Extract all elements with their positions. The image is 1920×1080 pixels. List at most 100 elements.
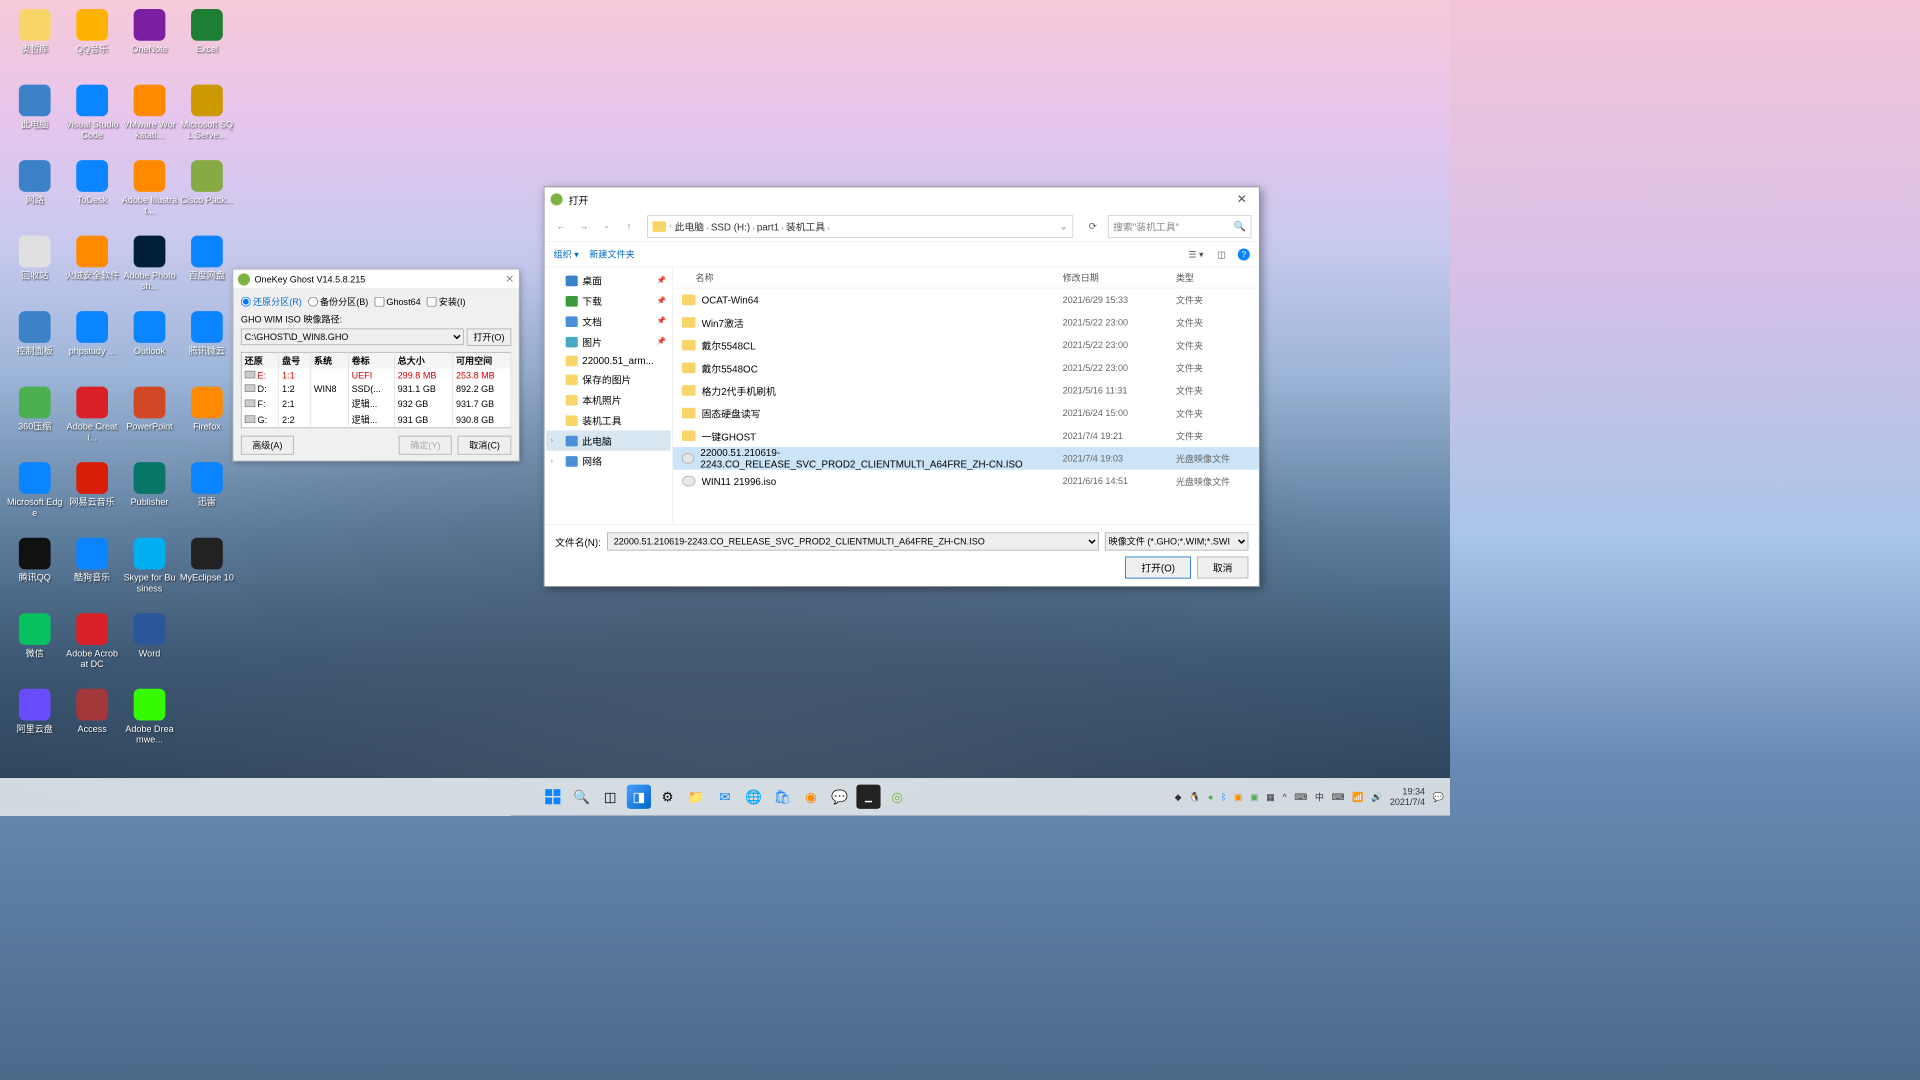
desktop-icon[interactable] — [178, 610, 235, 686]
file-list[interactable]: OCAT-Win642021/6/29 15:33文件夹Win7激活2021/5… — [673, 288, 1259, 524]
edge-taskbar-icon[interactable]: 🌐 — [742, 785, 766, 809]
file-row[interactable]: 固态硬盘读写2021/6/24 15:00文件夹 — [673, 402, 1259, 425]
nav-item[interactable]: 本机照片 — [546, 390, 671, 410]
tray-ime-mode-icon[interactable]: ⌨ — [1331, 791, 1344, 802]
desktop-icon[interactable]: 迅雷 — [178, 459, 235, 535]
desktop-icon[interactable]: Microsoft Edge — [6, 459, 63, 535]
task-view-button[interactable]: ◫ — [598, 785, 622, 809]
cancel-dialog-button[interactable]: 取消 — [1197, 557, 1248, 579]
ghost-titlebar[interactable]: OneKey Ghost V14.5.8.215 ✕ — [233, 270, 518, 290]
desktop-icon[interactable]: Outlook — [121, 308, 178, 384]
desktop-icon[interactable]: ToDesk — [63, 157, 120, 233]
nav-item[interactable]: ›网络 — [546, 451, 671, 471]
file-row[interactable]: Win7激活2021/5/22 23:00文件夹 — [673, 311, 1259, 334]
desktop-icon[interactable]: 360压缩 — [6, 384, 63, 460]
image-path-select[interactable]: C:\GHOST\D_WIN8.GHO — [241, 329, 464, 346]
desktop-icon[interactable]: Adobe Photosh... — [121, 233, 178, 309]
breadcrumb-item[interactable]: SSD (H:) — [711, 221, 750, 232]
filetype-select[interactable]: 映像文件 (*.GHO;*.WIM;*.SWI — [1105, 532, 1248, 550]
file-row[interactable]: 22000.51.210619-2243.CO_RELEASE_SVC_PROD… — [673, 447, 1259, 470]
desktop-icon[interactable]: 控制面板 — [6, 308, 63, 384]
desktop-icon[interactable]: Adobe Acrobat DC — [63, 610, 120, 686]
notification-icon[interactable]: 💬 — [1433, 791, 1444, 802]
desktop-icon[interactable]: VMware Workstati... — [121, 82, 178, 158]
desktop-icon[interactable]: 网易云音乐 — [63, 459, 120, 535]
desktop-icon[interactable]: 酷狗音乐 — [63, 535, 120, 611]
desktop-icon[interactable]: 奥哲库 — [6, 6, 63, 82]
column-type[interactable]: 类型 — [1176, 271, 1259, 284]
filename-input[interactable]: 22000.51.210619-2243.CO_RELEASE_SVC_PROD… — [607, 532, 1099, 550]
column-name[interactable]: 名称 — [673, 271, 1063, 284]
store-taskbar-icon[interactable]: 🛍 — [770, 785, 794, 809]
nav-item[interactable]: 文档📌 — [546, 311, 671, 331]
desktop-icon[interactable]: Word — [121, 610, 178, 686]
desktop-icon[interactable]: Visual Studio Code — [63, 82, 120, 158]
search-button[interactable]: 🔍 — [569, 785, 593, 809]
open-image-button[interactable]: 打开(O) — [466, 329, 511, 346]
ghost-taskbar-icon[interactable]: ◎ — [885, 785, 909, 809]
dialog-close-button[interactable]: ✕ — [1231, 192, 1253, 207]
desktop-icon[interactable]: 微信 — [6, 610, 63, 686]
view-options-button[interactable]: ☰ ▾ — [1187, 247, 1205, 261]
ghost-close-button[interactable]: ✕ — [505, 273, 514, 286]
breadcrumb-item[interactable]: 装机工具 — [786, 221, 825, 232]
desktop-icon[interactable]: Adobe Dreamwe... — [121, 686, 178, 762]
tray-icon[interactable]: ◆ — [1175, 791, 1182, 802]
nav-item[interactable]: 下载📌 — [546, 291, 671, 311]
wechat-taskbar-icon[interactable]: 💬 — [828, 785, 852, 809]
app-taskbar-icon-1[interactable]: ◉ — [799, 785, 823, 809]
file-row[interactable]: WIN11 21996.iso2021/6/16 14:51光盘映像文件 — [673, 470, 1259, 493]
start-button[interactable] — [541, 785, 565, 809]
tray-volume-icon[interactable]: 🔊 — [1371, 791, 1382, 802]
install-checkbox[interactable]: 安装(I) — [427, 295, 466, 308]
desktop-icon[interactable]: phpstudy ... — [63, 308, 120, 384]
tray-icon[interactable]: ▣ — [1234, 791, 1243, 802]
tray-ime-icon[interactable]: 中 — [1315, 790, 1324, 803]
up-button[interactable]: ↑ — [620, 217, 638, 235]
file-row[interactable]: OCAT-Win642021/6/29 15:33文件夹 — [673, 288, 1259, 311]
partition-table[interactable]: 还原盘号系统卷标总大小可用空间 E:1:1UEFI299.8 MB253.8 M… — [241, 352, 511, 428]
help-icon[interactable]: ? — [1238, 248, 1250, 260]
file-row[interactable]: 格力2代手机刷机2021/5/16 11:31文件夹 — [673, 379, 1259, 402]
nav-item[interactable]: 保存的图片 — [546, 369, 671, 389]
breadcrumb-item[interactable]: 此电脑 — [675, 221, 704, 232]
desktop-icon[interactable]: OneNote — [121, 6, 178, 82]
search-box[interactable]: 搜索"装机工具" 🔍 — [1108, 215, 1251, 238]
tray-overflow-icon[interactable]: ^ — [1282, 791, 1286, 802]
partition-row[interactable]: E:1:1UEFI299.8 MB253.8 MB — [241, 369, 511, 383]
nav-item[interactable]: ›此电脑 — [546, 430, 671, 450]
tray-bluetooth-icon[interactable]: ᛒ — [1221, 791, 1226, 802]
terminal-taskbar-icon[interactable]: ▁ — [856, 785, 880, 809]
desktop-icon[interactable]: Access — [63, 686, 120, 762]
partition-row[interactable]: D:1:2WIN8SSD(...931.1 GB892.2 GB — [241, 382, 511, 396]
tray-icon[interactable]: ● — [1208, 791, 1213, 802]
recent-button[interactable]: ⌄ — [597, 217, 615, 235]
desktop-icon[interactable]: 腾讯微云 — [178, 308, 235, 384]
file-row[interactable]: 戴尔5548OC2021/5/22 23:00文件夹 — [673, 356, 1259, 379]
cancel-button[interactable]: 取消(C) — [458, 436, 511, 455]
desktop-icon[interactable]: 百度网盘 — [178, 233, 235, 309]
widgets-button[interactable]: ◨ — [627, 785, 651, 809]
address-bar[interactable]: › 此电脑 › SSD (H:) › part1 › 装机工具 › ⌄ — [647, 215, 1073, 238]
desktop-icon[interactable]: 阿里云盘 — [6, 686, 63, 762]
preview-pane-button[interactable]: ◫ — [1216, 247, 1228, 261]
explorer-taskbar-icon[interactable]: 📁 — [684, 785, 708, 809]
desktop-icon[interactable]: QQ音乐 — [63, 6, 120, 82]
partition-row[interactable]: G:2:2逻辑...931 GB930.8 GB — [241, 412, 511, 428]
tray-network-icon[interactable]: 📶 — [1352, 791, 1363, 802]
desktop-icon[interactable]: Publisher — [121, 459, 178, 535]
desktop-icon[interactable]: Adobe Illustrat... — [121, 157, 178, 233]
dialog-titlebar[interactable]: 打开 ✕ — [544, 187, 1258, 211]
tray-qq-icon[interactable]: 🐧 — [1189, 791, 1200, 802]
ok-button[interactable]: 确定(Y) — [399, 436, 452, 455]
tray-icon[interactable]: ▣ — [1250, 791, 1259, 802]
tray-icon[interactable]: ▦ — [1266, 791, 1275, 802]
back-button[interactable]: ← — [552, 217, 570, 235]
open-button[interactable]: 打开(O) — [1125, 557, 1191, 579]
nav-item[interactable]: 22000.51_arm... — [546, 352, 671, 369]
desktop-icon[interactable]: Adobe Creati... — [63, 384, 120, 460]
mail-taskbar-icon[interactable]: ✉ — [713, 785, 737, 809]
settings-taskbar-icon[interactable]: ⚙ — [656, 785, 680, 809]
breadcrumb-item[interactable]: part1 — [757, 221, 779, 232]
desktop-icon[interactable]: 网路 — [6, 157, 63, 233]
